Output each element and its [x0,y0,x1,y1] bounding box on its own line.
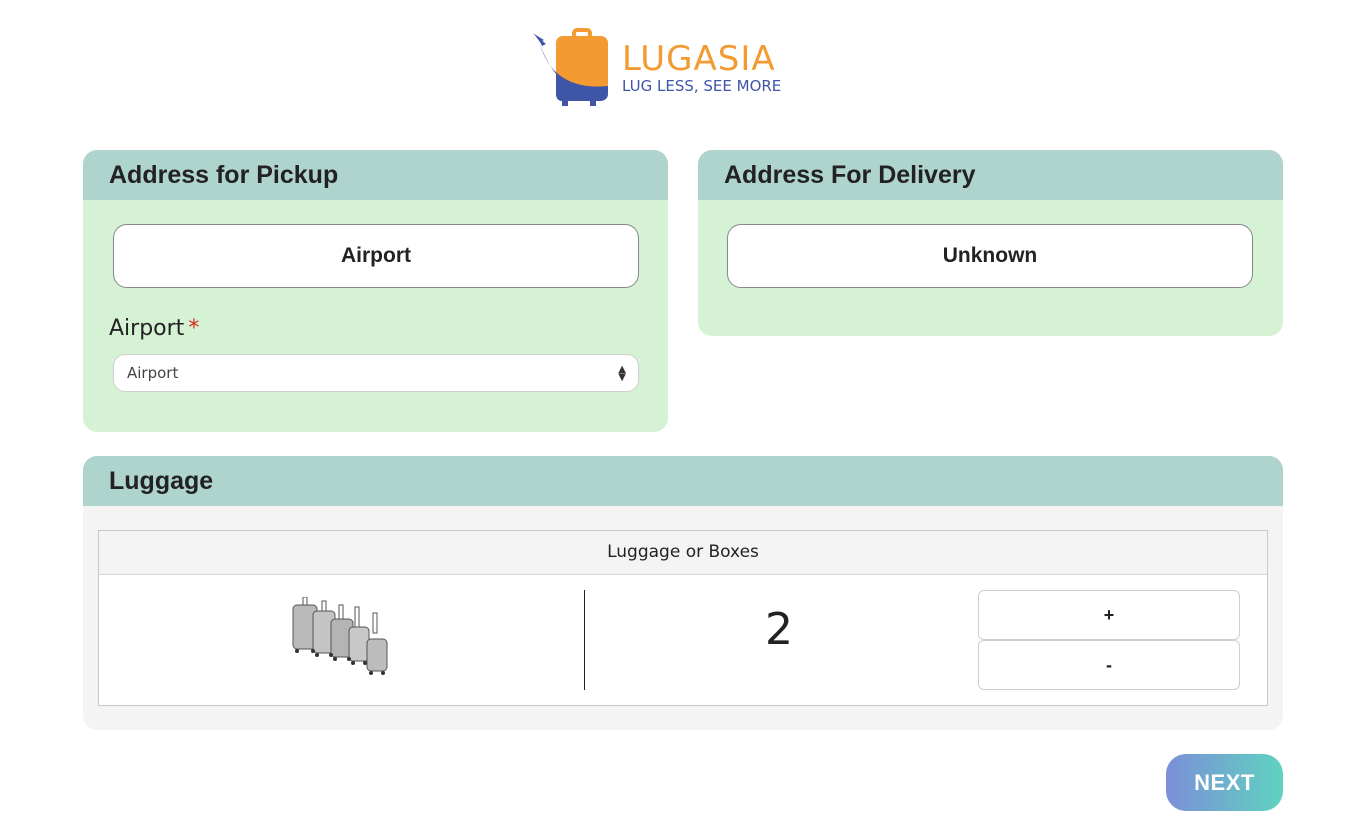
increment-button[interactable]: + [978,590,1240,640]
airport-select[interactable]: Airport ▲ ▼ [113,354,639,392]
luggage-card-body: Luggage or Boxes 2 + - [83,506,1283,730]
pickup-type-button[interactable]: Airport [113,224,639,288]
lugasia-logo: LUGASIA LUG LESS, SEE MORE [530,28,830,106]
luggage-table-header: Luggage or Boxes [99,531,1267,575]
delivery-card-title: Address For Delivery [698,150,1283,200]
airport-select-value: Airport [127,364,179,382]
luggage-card: Luggage Luggage or Boxes 2 + - [83,456,1283,730]
luggage-table-row: 2 + - [99,575,1267,706]
logo-tagline: LUG LESS, SEE MORE [622,77,782,95]
logo-name: LUGASIA [622,39,776,79]
suitcase-plane-icon [532,28,608,106]
luggage-set-icon [292,597,388,675]
pickup-card-body: Airport Airport * [83,200,668,432]
airport-label-text: Airport [109,316,185,341]
luggage-card-title: Luggage [83,456,1283,506]
pickup-card-title: Address for Pickup [83,150,668,200]
select-arrows-icon: ▲ ▼ [618,364,626,383]
airport-field-label: Airport * [109,316,199,341]
luggage-count: 2 [765,604,793,655]
decrement-button[interactable]: - [978,640,1240,690]
delivery-card: Address For Delivery Unknown [698,150,1283,336]
required-mark: * [188,316,200,341]
delivery-card-body: Unknown [698,200,1283,336]
luggage-divider [584,590,585,690]
next-button[interactable]: NEXT [1166,754,1283,811]
luggage-table: Luggage or Boxes 2 + - [98,530,1268,706]
delivery-type-button[interactable]: Unknown [727,224,1253,288]
